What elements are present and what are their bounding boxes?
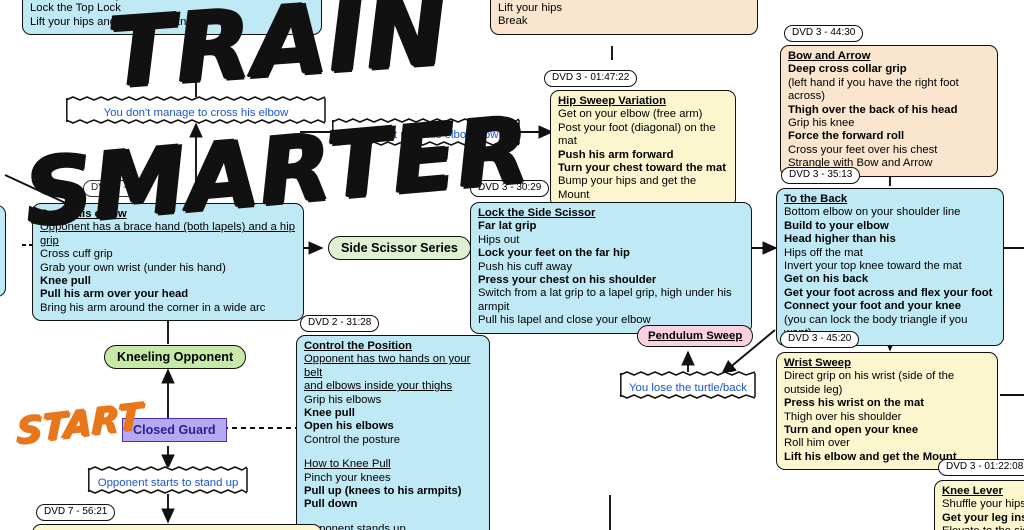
node-line: Get your leg ins [942, 511, 1024, 524]
node-control-the-position[interactable]: Control the Position Opponent has two ha… [296, 335, 490, 530]
node-line: Push his arm forward [558, 148, 674, 161]
node-line: Lift your hips and pinch your knees [30, 15, 205, 28]
node-line: Grab your own wrist (under his hand) [40, 261, 226, 274]
node-line: Invert your top knee toward the mat [784, 260, 962, 273]
node-line: Connect your foot and your knee [784, 300, 961, 313]
node-line: Roll him over [784, 437, 850, 450]
node-line: Lift your hips [498, 1, 563, 14]
pill-kneeling-opponent[interactable]: Kneeling Opponent [104, 345, 247, 369]
node-line: Hips off the mat [784, 246, 863, 259]
node-line: Build to your elbow [784, 219, 889, 232]
dvd-label-knee-lever: DVD 3 - 01:22:08 [938, 459, 1024, 476]
node-line: Bring his arm around the corner in a wid… [40, 301, 266, 314]
node-title: Bow and Arrow [788, 50, 871, 62]
node-line: Bump your hips and get the Mount [558, 175, 697, 201]
annotation-text: You don't manage to cross his elbow [103, 107, 289, 119]
node-line: How to Knee Pull [304, 458, 391, 471]
node-line: Pull down [304, 498, 358, 511]
node-line: Lock the Top Lock [30, 2, 121, 15]
node-line: Grip his knee [788, 117, 855, 130]
node-line: Head higher than his [784, 233, 896, 246]
node-bow-and-arrow[interactable]: Bow and Arrow Deep cross collar grip (le… [780, 45, 998, 177]
node-line: Push his cuff away [478, 260, 572, 273]
node-line: Knee pull [40, 275, 91, 288]
node-hip-sweep-variation[interactable]: Hip Sweep Variation Get on your elbow (f… [550, 90, 736, 209]
node-line: Knee pull [304, 407, 355, 420]
node-line: Opponent has a brace hand (both lapels) … [40, 221, 295, 247]
node-line: Pull his arm over your head [40, 288, 189, 301]
node-title: To the Back [784, 193, 848, 205]
node-line: Deep cross collar grip [788, 63, 907, 76]
dvd-label-wrist-sweep: DVD 3 - 45:20 [780, 331, 860, 348]
node-break[interactable]: Knee over his ear Press your feet down L… [490, 0, 758, 35]
annotation-opponent-pulls-elbow: Opponent pulls his elbow down [331, 118, 520, 146]
node-line: Shuffle your hips [942, 498, 1024, 511]
node-line: and elbows inside your thighs [304, 380, 453, 393]
node-line: Pinch your knees [304, 471, 391, 484]
annotation-lose-turtle-back: You lose the turtle/back [619, 371, 756, 399]
node-title: Wrist Sweep [784, 357, 851, 369]
node-line: Opponent has two hands on your belt [304, 353, 471, 379]
node-line: Bottom elbow on your shoulder line [784, 206, 961, 219]
node-line: Switch from a lat grip to a lapel grip, … [478, 287, 732, 313]
node-line: Turn your chest toward the mat [558, 162, 727, 175]
node-title: Knee Lever [942, 485, 1003, 497]
dvd-label-to-the-back: DVD 3 - 35:13 [781, 167, 861, 184]
node-line: Pull up (knees to his armpits) [304, 485, 462, 498]
node-line: Control the posture [304, 433, 401, 446]
node-to-the-back[interactable]: To the Back Bottom elbow on your shoulde… [776, 188, 1004, 347]
node-line: Press your chest on his shoulder [478, 274, 657, 287]
node-lock-the-side-scissor[interactable]: Lock the Side Scissor Far lat grip Hips … [470, 202, 752, 334]
node-spacer [304, 512, 482, 523]
node-bottom-left-cutoff[interactable] [32, 524, 322, 530]
node-top-lock[interactable]: Calf over his trapezius Lock the Top Loc… [22, 0, 322, 36]
node-line: Turn and open your knee [784, 424, 919, 437]
node-line: Post your foot (diagonal) on the mat [558, 121, 716, 148]
node-title: Cross his elbow [40, 208, 127, 220]
node-line: Force the forward roll [788, 130, 905, 143]
node-line: Press his wrist on the mat [784, 397, 924, 410]
annotation-text: Opponent starts to stand up [97, 477, 239, 489]
node-line: Cross your feet over his chest [788, 143, 938, 156]
annotation-text: You lose the turtle/back [629, 382, 747, 394]
node-wrist-sweep[interactable]: Wrist Sweep Direct grip on his wrist (si… [776, 352, 998, 471]
node-line: Lock your feet on the far hip [478, 247, 630, 260]
node-title: Control the Position [304, 340, 412, 352]
dvd-label-bottom-left: DVD 7 - 56:21 [36, 504, 116, 521]
node-line: Thigh over his shoulder [784, 410, 902, 423]
node-left-edge-cutoff[interactable] [0, 205, 6, 297]
node-spacer [304, 447, 482, 458]
annotation-text: Opponent pulls his elbow down [347, 129, 505, 141]
node-line: Break [498, 15, 528, 28]
node-line: Hips out [478, 233, 520, 246]
node-line: Get on his back [784, 273, 869, 286]
annotation-cross-elbow-fail: You don't manage to cross his elbow [65, 96, 326, 124]
node-line: Direct grip on his wrist (side of the ou… [784, 370, 955, 396]
node-line: Thigh over the back of his head [788, 103, 958, 116]
pill-side-scissor-series[interactable]: Side Scissor Series [328, 236, 471, 260]
node-line: Cross cuff grip [40, 248, 113, 261]
node-line: Elevate to the sid [942, 525, 1024, 530]
node-line: Get your foot across and flex your foot [784, 286, 993, 299]
pill-pendulum-sweep[interactable]: Pendulum Sweep [637, 325, 754, 347]
dvd-label-lock-the-side-scissor: DVD 3 - 30:29 [470, 180, 550, 197]
node-line: Grip his elbows [304, 393, 382, 406]
node-line: Opponent stands up [304, 522, 406, 530]
node-title: Hip Sweep Variation [558, 95, 666, 107]
node-cross-his-elbow[interactable]: Cross his elbow Opponent has a brace han… [32, 203, 304, 322]
node-line: Far lat grip [478, 220, 537, 233]
flowchart-canvas: Calf over his trapezius Lock the Top Loc… [0, 0, 1024, 530]
node-closed-guard[interactable]: Closed Guard [122, 418, 227, 442]
node-title: Lock the Side Scissor [478, 207, 596, 219]
annotation-opponent-stands-up: Opponent starts to stand up [87, 466, 248, 494]
dvd-label-control-the-position: DVD 2 - 31:28 [300, 315, 380, 332]
dvd-label-bow-and-arrow: DVD 3 - 44:30 [784, 25, 864, 42]
node-knee-lever[interactable]: Knee Lever Shuffle your hips Get your le… [934, 480, 1024, 530]
dvd-label-hip-sweep-variation: DVD 3 - 01:47:22 [544, 70, 638, 87]
node-line: (left hand if you have the right foot ac… [788, 76, 959, 103]
node-line: Open his elbows [304, 420, 394, 433]
dvd-label-cross-his-elbow: DVD 3 - 35 [83, 180, 149, 197]
node-line: Get on your elbow (free arm) [558, 108, 703, 121]
